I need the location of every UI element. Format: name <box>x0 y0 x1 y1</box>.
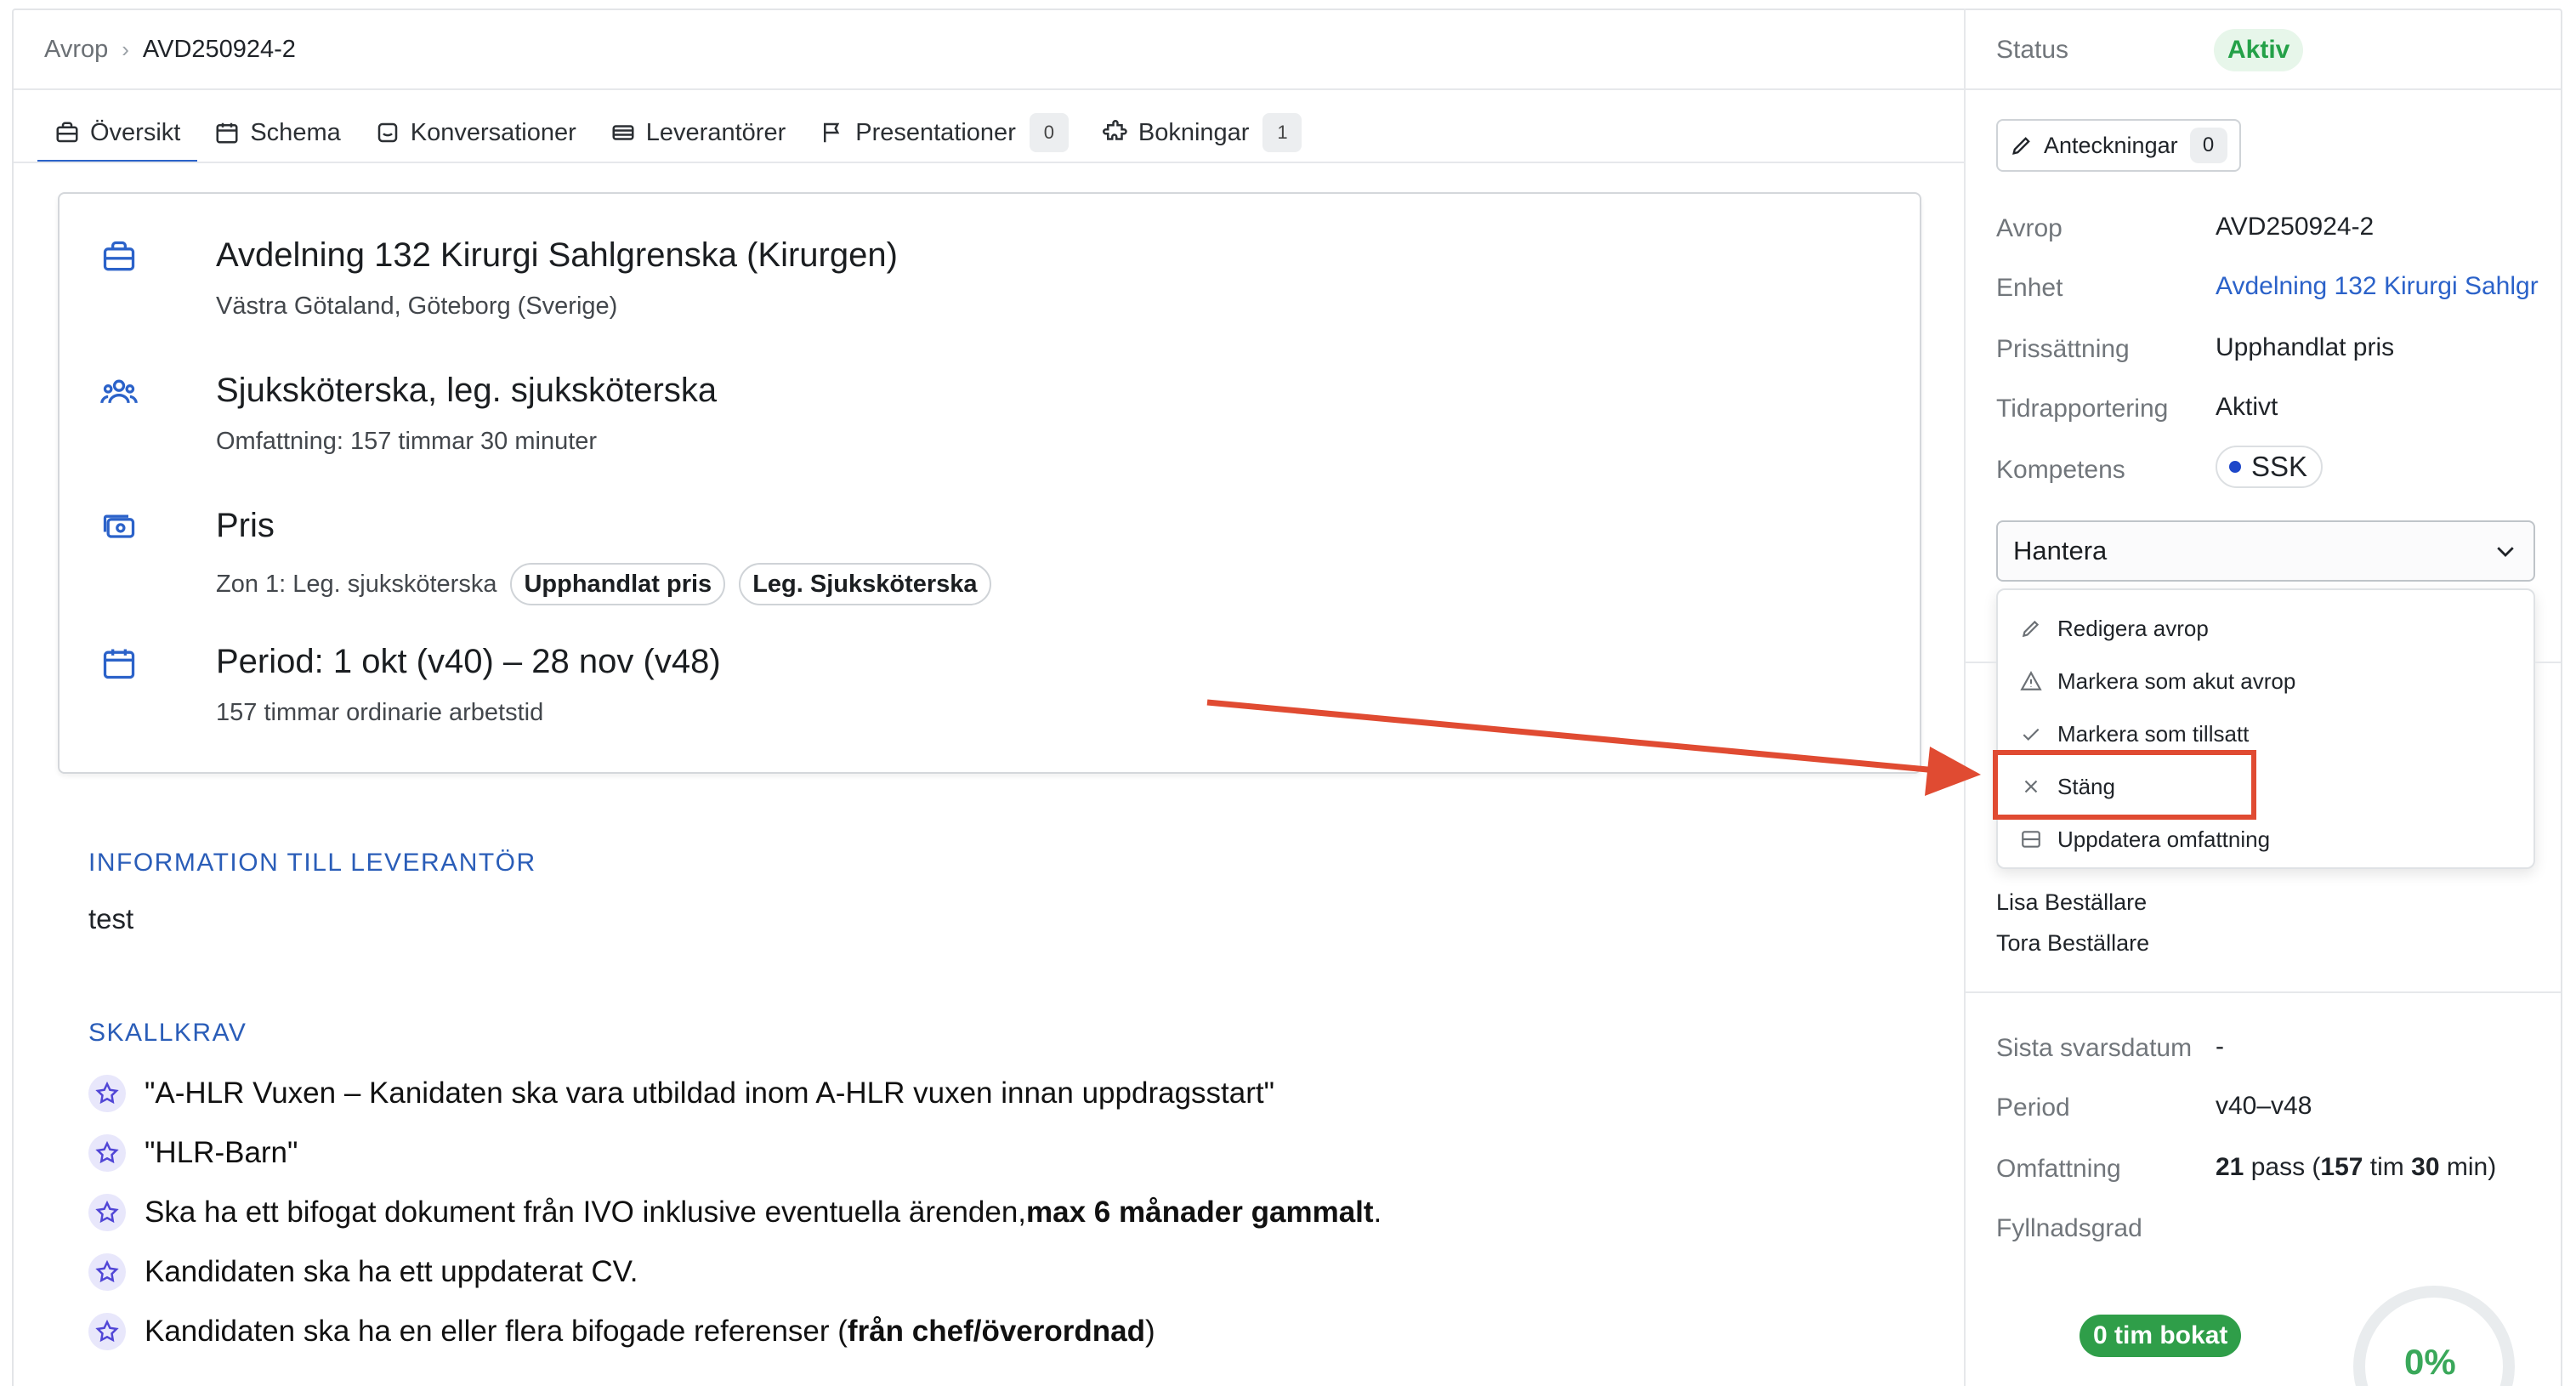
fyllnadsgrad-label: Fyllnadsgrad <box>1996 1214 2142 1242</box>
arrow-line <box>1206 699 1938 774</box>
person-name: Tora Beställare <box>1996 930 2150 956</box>
omf-tim: 157 <box>2320 1153 2363 1181</box>
period-value: v40–v48 <box>2216 1092 2312 1120</box>
omf-pass-unit: pass ( <box>2244 1153 2321 1181</box>
annotation-arrow <box>1206 699 1981 796</box>
omfattning-label: Omfattning <box>1996 1155 2121 1183</box>
annotation-highlight-box <box>1993 750 2256 820</box>
sista-value: - <box>2216 1032 2224 1060</box>
sista-label: Sista svarsdatum <box>1996 1034 2193 1062</box>
omf-min-unit: min) <box>2439 1153 2497 1181</box>
omf-pass: 21 <box>2216 1153 2244 1181</box>
booked-badge: 0 tim bokat <box>2080 1315 2242 1357</box>
period-label: Period <box>1996 1093 2070 1122</box>
omf-tim-unit: tim <box>2363 1153 2412 1181</box>
omfattning-value: 21 pass (157 tim 30 min) <box>2216 1153 2496 1182</box>
fill-percentage: 0% <box>2404 1342 2456 1382</box>
arrow-head <box>1925 747 1981 796</box>
person-name: Lisa Beställare <box>1996 889 2148 915</box>
side-divider-lower <box>1966 991 2561 993</box>
omf-min: 30 <box>2411 1153 2440 1181</box>
